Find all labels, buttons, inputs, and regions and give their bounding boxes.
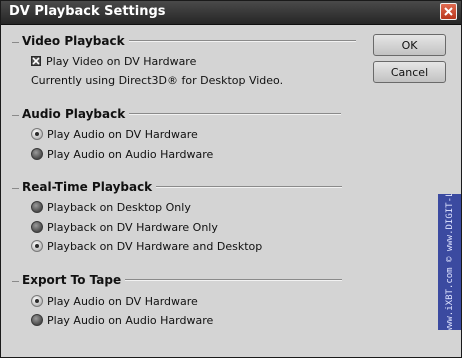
radio-audio-audio-hardware[interactable]: Play Audio on Audio Hardware [31, 146, 213, 162]
radio-unselected-icon [31, 201, 43, 213]
radio-export-audio-audio-hardware[interactable]: Play Audio on Audio Hardware [31, 312, 213, 328]
watermark-badge: © 2005 www.iXBT.com © www.DIGIT-LIFE.com [438, 194, 461, 330]
radio-label: Play Audio on Audio Hardware [47, 147, 214, 161]
section-divider [128, 40, 356, 42]
section-divider [156, 186, 343, 188]
video-playback-title: Video Playback [12, 34, 129, 48]
section-divider [129, 113, 342, 115]
checkbox-label: Play Video on DV Hardware [46, 54, 197, 68]
export-to-tape-title: Export To Tape [12, 273, 125, 287]
radio-label: Play Audio on Audio Hardware [47, 313, 214, 327]
radio-label: Playback on DV Hardware Only [47, 220, 218, 234]
radio-label: Play Audio on DV Hardware [47, 127, 198, 141]
dialog-content: Video Playback Play Video on DV Hardware… [1, 25, 461, 357]
radio-label: Playback on DV Hardware and Desktop [47, 239, 263, 253]
video-playback-header: Video Playback [12, 33, 356, 49]
radio-playback-dv-hardware-and-desktop[interactable]: Playback on DV Hardware and Desktop [31, 238, 262, 254]
dv-playback-settings-dialog: DV Playback Settings Video Playback Play… [0, 0, 462, 358]
radio-label: Playback on Desktop Only [47, 200, 191, 214]
play-video-dv-hardware-checkbox[interactable]: Play Video on DV Hardware [31, 53, 196, 69]
radio-unselected-icon [31, 148, 43, 160]
realtime-playback-header: Real-Time Playback [12, 179, 343, 195]
radio-export-audio-dv-hardware[interactable]: Play Audio on DV Hardware [31, 293, 198, 309]
direct3d-status-text: Currently using Direct3D® for Desktop Vi… [31, 74, 284, 87]
close-button[interactable] [440, 3, 457, 20]
window-title: DV Playback Settings [9, 4, 166, 19]
radio-unselected-icon [31, 221, 43, 233]
close-icon [444, 7, 453, 16]
radio-playback-dv-hardware-only[interactable]: Playback on DV Hardware Only [31, 219, 218, 235]
radio-selected-icon [31, 240, 43, 252]
audio-playback-title: Audio Playback [12, 107, 129, 121]
cancel-button[interactable]: Cancel [373, 61, 446, 83]
export-to-tape-header: Export To Tape [12, 272, 343, 288]
section-divider [125, 279, 343, 281]
radio-unselected-icon [31, 314, 43, 326]
audio-playback-header: Audio Playback [12, 106, 342, 122]
radio-selected-icon [31, 128, 43, 140]
radio-label: Play Audio on DV Hardware [47, 294, 198, 308]
radio-selected-icon [31, 295, 43, 307]
title-bar[interactable]: DV Playback Settings [1, 1, 461, 25]
radio-audio-dv-hardware[interactable]: Play Audio on DV Hardware [31, 126, 198, 142]
realtime-playback-title: Real-Time Playback [12, 180, 156, 194]
ok-button[interactable]: OK [373, 34, 446, 56]
checkbox-checked-icon [31, 56, 41, 66]
watermark-text: © 2005 www.iXBT.com © www.DIGIT-LIFE.com [445, 194, 455, 330]
radio-playback-desktop-only[interactable]: Playback on Desktop Only [31, 199, 191, 215]
